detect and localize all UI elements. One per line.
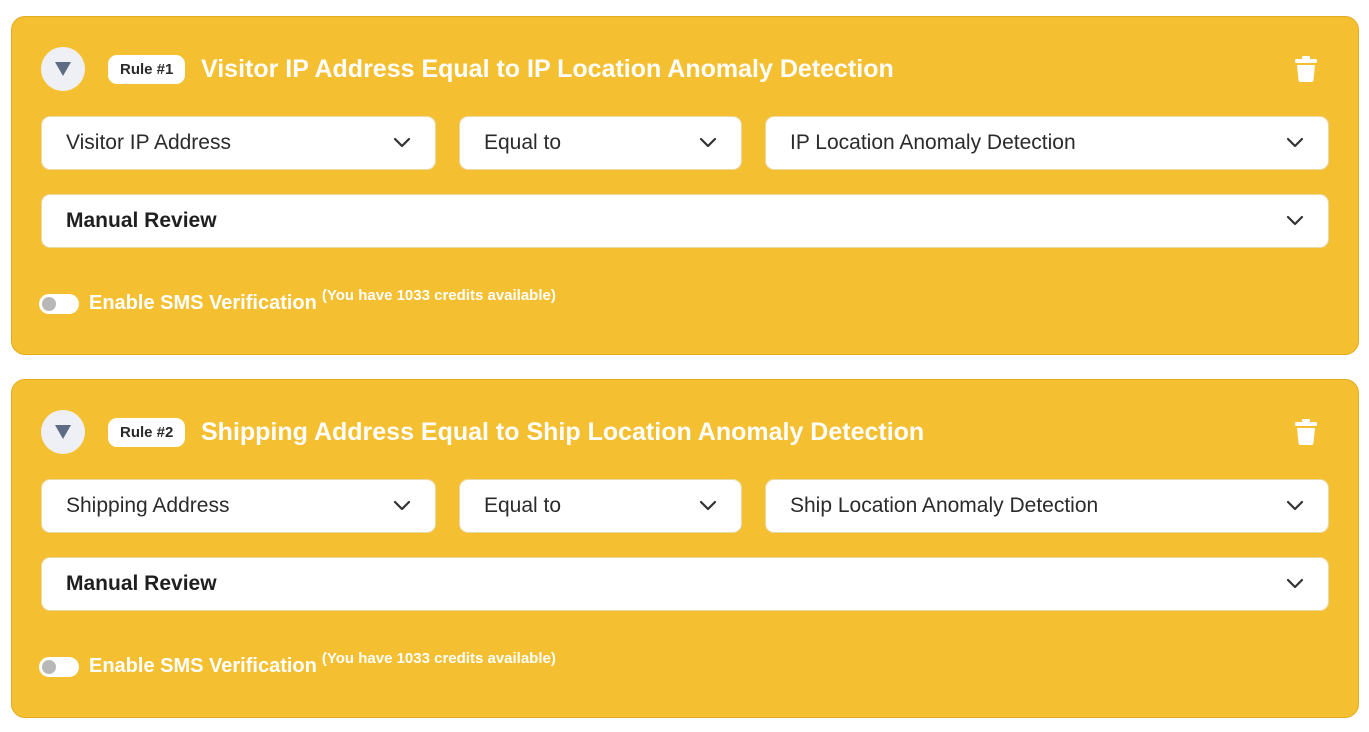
collapse-button[interactable] xyxy=(41,410,85,454)
toggle-knob xyxy=(42,297,56,311)
sms-credits-note: (You have 1033 credits available) xyxy=(321,650,556,667)
sms-verification-row: Enable SMS Verification (You have 1033 c… xyxy=(39,287,556,319)
field-select-value: Shipping Address xyxy=(66,494,230,517)
triangle-down-icon xyxy=(55,425,71,439)
chevron-down-icon xyxy=(1286,137,1304,148)
chevron-down-icon xyxy=(699,137,717,148)
field-select[interactable]: Shipping Address xyxy=(41,479,436,533)
sms-verification-label: Enable SMS Verification xyxy=(89,655,317,677)
rule-card: Rule #1 Visitor IP Address Equal to IP L… xyxy=(11,16,1359,355)
chevron-down-icon xyxy=(393,500,411,511)
chevron-down-icon xyxy=(1286,215,1304,226)
rule-badge: Rule #2 xyxy=(108,418,186,447)
value-select[interactable]: Ship Location Anomaly Detection xyxy=(765,479,1329,533)
sms-credits-note: (You have 1033 credits available) xyxy=(321,287,556,304)
action-select-value: Manual Review xyxy=(66,209,217,232)
field-select[interactable]: Visitor IP Address xyxy=(41,116,436,170)
sms-verification-toggle[interactable] xyxy=(39,657,79,677)
value-select-value: IP Location Anomaly Detection xyxy=(790,131,1076,154)
sms-verification-toggle[interactable] xyxy=(39,294,79,314)
action-select[interactable]: Manual Review xyxy=(41,194,1329,248)
chevron-down-icon xyxy=(1286,500,1304,511)
rule-badge: Rule #1 xyxy=(108,55,186,84)
action-select[interactable]: Manual Review xyxy=(41,557,1329,611)
operator-select[interactable]: Equal to xyxy=(459,116,742,170)
sms-verification-row: Enable SMS Verification (You have 1033 c… xyxy=(39,650,556,682)
rule-title: Visitor IP Address Equal to IP Location … xyxy=(201,55,894,83)
trash-icon xyxy=(1295,419,1317,445)
sms-verification-label: Enable SMS Verification xyxy=(89,292,317,314)
operator-select-value: Equal to xyxy=(484,494,562,517)
chevron-down-icon xyxy=(1286,578,1304,589)
rule-card: Rule #2 Shipping Address Equal to Ship L… xyxy=(11,379,1359,718)
trash-icon xyxy=(1295,56,1317,82)
action-select-value: Manual Review xyxy=(66,572,217,595)
rule-title: Shipping Address Equal to Ship Location … xyxy=(201,418,925,446)
delete-rule-button[interactable] xyxy=(1293,54,1319,84)
operator-select-value: Equal to xyxy=(484,131,562,154)
operator-select[interactable]: Equal to xyxy=(459,479,742,533)
toggle-knob xyxy=(42,660,56,674)
collapse-button[interactable] xyxy=(41,47,85,91)
delete-rule-button[interactable] xyxy=(1293,417,1319,447)
chevron-down-icon xyxy=(699,500,717,511)
triangle-down-icon xyxy=(55,62,71,76)
chevron-down-icon xyxy=(393,137,411,148)
field-select-value: Visitor IP Address xyxy=(66,131,231,154)
rules-list: Rule #1 Visitor IP Address Equal to IP L… xyxy=(0,0,1369,732)
value-select-value: Ship Location Anomaly Detection xyxy=(790,494,1099,517)
value-select[interactable]: IP Location Anomaly Detection xyxy=(765,116,1329,170)
